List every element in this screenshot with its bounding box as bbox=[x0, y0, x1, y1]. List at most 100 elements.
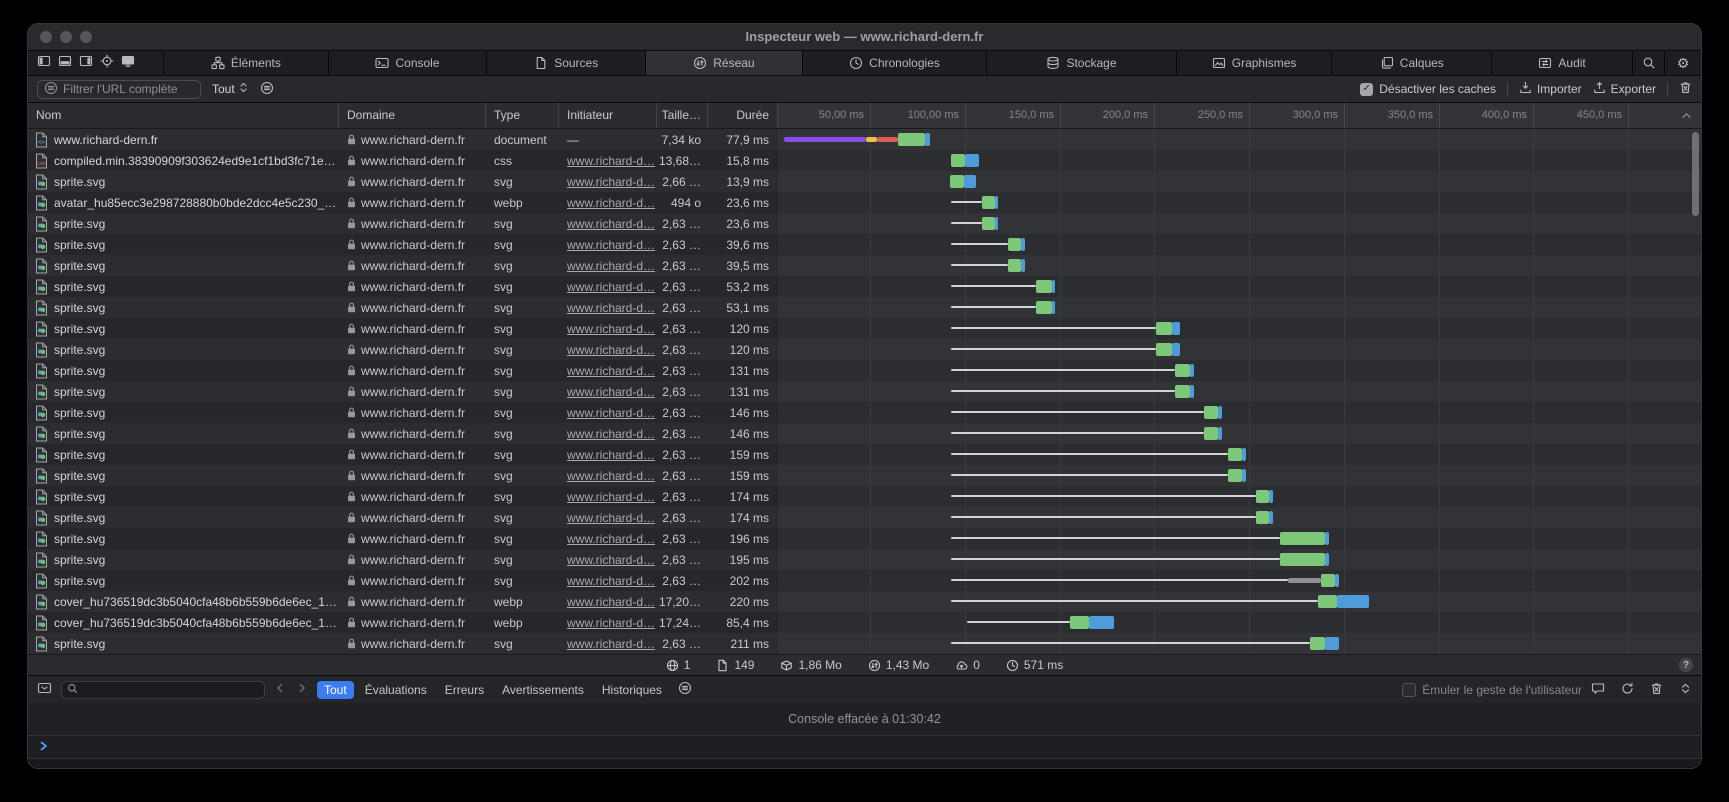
console-scope-item[interactable]: Avertissements bbox=[495, 681, 591, 699]
console-messages-icon[interactable] bbox=[1591, 682, 1605, 698]
initiator-link[interactable]: www.richard-d… bbox=[567, 469, 655, 483]
other-filters-icon[interactable] bbox=[260, 81, 274, 98]
network-request-row[interactable]: sprite.svgwww.richard-dern.frsvgwww.rich… bbox=[28, 213, 1701, 234]
network-request-row[interactable]: sprite.svgwww.richard-dern.frsvgwww.rich… bbox=[28, 381, 1701, 402]
network-request-row[interactable]: cover_hu736519dc3b5040cfa48b6b559b6de6ec… bbox=[28, 612, 1701, 633]
clear-console-button[interactable] bbox=[1650, 682, 1663, 698]
column-header-type[interactable]: Type bbox=[486, 103, 559, 128]
console-scope-item[interactable]: Erreurs bbox=[438, 681, 491, 699]
tab-layers[interactable]: Calques bbox=[1331, 51, 1491, 75]
initiator-link[interactable]: www.richard-d… bbox=[567, 406, 655, 420]
initiator-link[interactable]: www.richard-d… bbox=[567, 427, 655, 441]
network-request-row[interactable]: avatar_hu85ecc3e298728880b0bde2dcc4e5c23… bbox=[28, 192, 1701, 213]
network-request-row[interactable]: sprite.svgwww.richard-dern.frsvgwww.rich… bbox=[28, 528, 1701, 549]
console-filters-icon[interactable] bbox=[678, 681, 692, 698]
initiator-link[interactable]: www.richard-d… bbox=[567, 490, 655, 504]
console-scope-item[interactable]: Historiques bbox=[595, 681, 669, 699]
initiator-link[interactable]: www.richard-d… bbox=[567, 574, 655, 588]
export-button[interactable]: Exporter bbox=[1593, 81, 1656, 97]
column-header-size[interactable]: Taille… bbox=[657, 103, 708, 128]
initiator-link[interactable]: www.richard-d… bbox=[567, 385, 655, 399]
initiator-link[interactable]: www.richard-d… bbox=[567, 511, 655, 525]
tab-console[interactable]: Console bbox=[328, 51, 487, 75]
network-request-row[interactable]: sprite.svgwww.richard-dern.frsvgwww.rich… bbox=[28, 423, 1701, 444]
network-request-row[interactable]: sprite.svgwww.richard-dern.frsvgwww.rich… bbox=[28, 402, 1701, 423]
clear-network-items-button[interactable] bbox=[1679, 81, 1692, 97]
network-request-row[interactable]: sprite.svgwww.richard-dern.frsvgwww.rich… bbox=[28, 276, 1701, 297]
network-request-row[interactable]: <>www.richard-dern.frwww.richard-dern.fr… bbox=[28, 129, 1701, 150]
url-filter-input[interactable]: Filtrer l'URL complète bbox=[37, 80, 201, 99]
console-scope-item[interactable]: Évaluations bbox=[358, 681, 434, 699]
back-button[interactable] bbox=[274, 682, 286, 697]
resource-type-select[interactable]: Tout bbox=[212, 81, 249, 97]
network-request-row[interactable]: csscompiled.min.38390909f303624ed9e1cf1b… bbox=[28, 150, 1701, 171]
network-request-row[interactable]: sprite.svgwww.richard-dern.frsvgwww.rich… bbox=[28, 507, 1701, 528]
initiator-link[interactable]: www.richard-d… bbox=[567, 322, 655, 336]
network-request-row[interactable]: sprite.svgwww.richard-dern.frsvgwww.rich… bbox=[28, 297, 1701, 318]
network-request-row[interactable]: sprite.svgwww.richard-dern.frsvgwww.rich… bbox=[28, 234, 1701, 255]
column-header-duration[interactable]: Durée bbox=[708, 103, 778, 128]
tab-audit[interactable]: Audit bbox=[1491, 51, 1632, 75]
initiator-link[interactable]: www.richard-d… bbox=[567, 196, 655, 210]
tab-sources[interactable]: Sources bbox=[486, 51, 645, 75]
vertical-scrollbar-thumb[interactable] bbox=[1692, 132, 1699, 216]
network-request-row[interactable]: sprite.svgwww.richard-dern.frsvgwww.rich… bbox=[28, 486, 1701, 507]
initiator-link[interactable]: www.richard-d… bbox=[567, 595, 655, 609]
forward-button[interactable] bbox=[296, 682, 308, 697]
tab-network[interactable]: Réseau bbox=[645, 51, 802, 75]
network-request-row[interactable]: sprite.svgwww.richard-dern.frsvgwww.rich… bbox=[28, 465, 1701, 486]
network-request-row[interactable]: sprite.svgwww.richard-dern.frsvgwww.rich… bbox=[28, 318, 1701, 339]
network-request-row[interactable]: sprite.svgwww.richard-dern.frsvgwww.rich… bbox=[28, 360, 1701, 381]
network-request-row[interactable]: sprite.svgwww.richard-dern.frsvgwww.rich… bbox=[28, 570, 1701, 591]
collapse-timeline-button[interactable] bbox=[1680, 109, 1693, 125]
initiator-link[interactable]: www.richard-d… bbox=[567, 301, 655, 315]
disable-caches-checkbox[interactable]: ✓ Désactiver les caches bbox=[1360, 82, 1496, 96]
initiator-link[interactable]: www.richard-d… bbox=[567, 175, 655, 189]
initiator-link[interactable]: www.richard-d… bbox=[567, 238, 655, 252]
network-request-row[interactable]: sprite.svgwww.richard-dern.frsvgwww.rich… bbox=[28, 633, 1701, 654]
initiator-link[interactable]: www.richard-d… bbox=[567, 553, 655, 567]
tab-graphics[interactable]: Graphismes bbox=[1176, 51, 1332, 75]
tab-storage[interactable]: Stockage bbox=[986, 51, 1175, 75]
console-scope-active[interactable]: Tout bbox=[317, 681, 354, 699]
help-button[interactable]: ? bbox=[1679, 658, 1693, 672]
request-initiator-cell: www.richard-d… bbox=[559, 528, 657, 549]
import-button[interactable]: Importer bbox=[1519, 81, 1582, 97]
settings-gear-button[interactable]: ⚙ bbox=[1664, 51, 1701, 75]
initiator-link[interactable]: www.richard-d… bbox=[567, 280, 655, 294]
expand-console-button[interactable] bbox=[1679, 682, 1692, 698]
network-request-row[interactable]: sprite.svgwww.richard-dern.frsvgwww.rich… bbox=[28, 339, 1701, 360]
initiator-link[interactable]: www.richard-d… bbox=[567, 343, 655, 357]
network-request-row[interactable]: cover_hu736519dc3b5040cfa48b6b559b6de6ec… bbox=[28, 591, 1701, 612]
column-header-initiator[interactable]: Initiateur bbox=[559, 103, 657, 128]
network-request-row[interactable]: sprite.svgwww.richard-dern.frsvgwww.rich… bbox=[28, 444, 1701, 465]
dock-left-button[interactable] bbox=[37, 54, 51, 73]
network-request-row[interactable]: sprite.svgwww.richard-dern.frsvgwww.rich… bbox=[28, 171, 1701, 192]
dock-right-button[interactable] bbox=[79, 54, 93, 73]
initiator-link[interactable]: www.richard-d… bbox=[567, 637, 655, 651]
console-search-input[interactable] bbox=[61, 681, 265, 699]
initiator-link[interactable]: www.richard-d… bbox=[567, 217, 655, 231]
dock-bottom-button[interactable] bbox=[58, 54, 72, 73]
network-request-row[interactable]: sprite.svgwww.richard-dern.frsvgwww.rich… bbox=[28, 255, 1701, 276]
console-prompt[interactable] bbox=[28, 736, 1701, 759]
request-size-cell: 2,63 … bbox=[657, 213, 708, 234]
search-button[interactable] bbox=[1632, 51, 1664, 75]
initiator-link[interactable]: www.richard-d… bbox=[567, 448, 655, 462]
device-button[interactable] bbox=[121, 54, 135, 73]
tab-timelines[interactable]: Chronologies bbox=[802, 51, 986, 75]
reload-icon[interactable] bbox=[1621, 682, 1634, 698]
initiator-link[interactable]: www.richard-d… bbox=[567, 616, 655, 630]
tab-elements[interactable]: Éléments bbox=[163, 51, 328, 75]
initiator-link[interactable]: www.richard-d… bbox=[567, 364, 655, 378]
initiator-link[interactable]: www.richard-d… bbox=[567, 154, 655, 168]
console-sidebar-toggle[interactable] bbox=[37, 681, 52, 698]
column-header-name[interactable]: Nom bbox=[28, 103, 339, 128]
network-request-row[interactable]: sprite.svgwww.richard-dern.frsvgwww.rich… bbox=[28, 549, 1701, 570]
request-type-cell: svg bbox=[486, 444, 559, 465]
column-header-domain[interactable]: Domaine bbox=[339, 103, 486, 128]
initiator-link[interactable]: www.richard-d… bbox=[567, 532, 655, 546]
emulate-user-gesture-checkbox[interactable]: Émuler le geste de l'utilisateur bbox=[1402, 683, 1582, 697]
element-picker-button[interactable] bbox=[100, 54, 114, 73]
initiator-link[interactable]: www.richard-d… bbox=[567, 259, 655, 273]
